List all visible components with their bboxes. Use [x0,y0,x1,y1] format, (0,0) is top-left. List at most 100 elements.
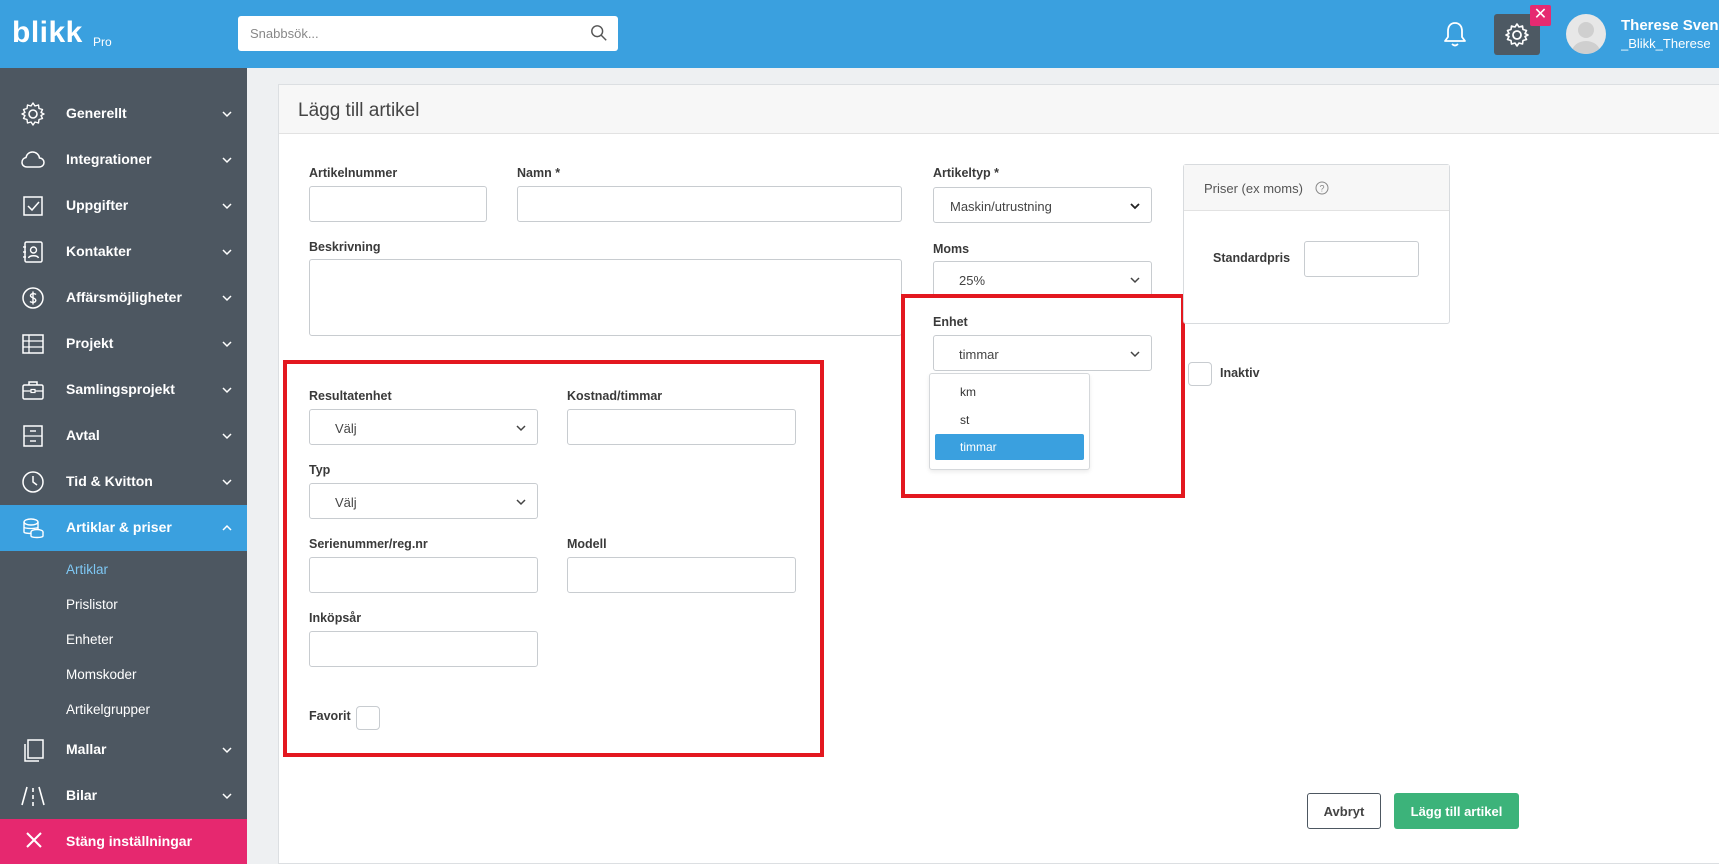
sidebar-item-kontakter[interactable]: Kontakter [0,229,247,275]
close-settings-button[interactable]: Stäng inställningar [0,819,247,864]
sidebar-item-label: Integrationer [66,151,152,167]
chevron-down-icon [516,499,526,506]
sidebar-item-artiklar-priser[interactable]: Artiklar & priser [0,505,247,551]
kostnad-field-wrap [567,409,796,445]
table-icon [22,334,44,354]
user-name[interactable]: Therese Svensson [1621,17,1719,34]
sidebar-item-uppgifter[interactable]: Uppgifter [0,183,247,229]
serienummer-field-wrap [309,557,538,593]
sidebar-item-label: Projekt [66,335,114,351]
standardpris-input[interactable] [1305,242,1418,276]
enhet-option-st[interactable]: st [935,407,1084,433]
chevron-down-icon [222,295,232,302]
chevron-down-icon [222,387,232,394]
sidebar-item-integrationer[interactable]: Integrationer [0,137,247,183]
cabinet-icon [23,425,43,447]
sidebar-item-label: Mallar [66,741,107,757]
avatar[interactable] [1566,14,1606,54]
inkopsar-input[interactable] [310,632,537,666]
moms-label: Moms [933,242,970,256]
modell-input[interactable] [568,558,795,592]
cloud-icon [21,151,45,168]
coins-icon [23,518,44,539]
typ-select[interactable]: Välj [309,483,538,519]
help-icon[interactable]: ? [1315,181,1329,195]
sidebar-item-label: Tid & Kvitton [66,473,153,489]
search-input[interactable] [238,16,568,51]
page-title: Lägg till artikel [298,100,420,121]
sidebar-item-samlingsprojekt[interactable]: Samlingsprojekt [0,367,247,413]
sidebar-item-label: Bilar [66,787,98,803]
cancel-button[interactable]: Avbryt [1307,793,1381,829]
sidebar-item-label: Kontakter [66,243,132,259]
inaktiv-checkbox[interactable] [1188,362,1212,386]
sidebar-item-projekt[interactable]: Projekt [0,321,247,367]
card-header: Lägg till artikel [279,85,1719,134]
enhet-dropdown: km st timmar [929,373,1090,470]
checkbox-icon [23,196,43,216]
svg-text:?: ? [1319,184,1324,194]
bell-icon[interactable] [1442,20,1468,48]
namn-label: Namn * [517,166,561,180]
close-badge[interactable]: ✕ [1530,5,1551,26]
user-handle: _Blikk_Therese [1621,36,1711,51]
enhet-option-timmar[interactable]: timmar [935,434,1084,460]
kostnad-input[interactable] [568,410,795,444]
enhet-option-km[interactable]: km [935,379,1084,405]
add-article-button[interactable]: Lägg till artikel [1394,793,1519,829]
sidebar-item-mallar[interactable]: Mallar [0,727,247,773]
modell-field-wrap [567,557,796,593]
sidebar-item-tid-kvitton[interactable]: Tid & Kvitton [0,459,247,505]
sidebar-subitem-artiklar[interactable]: Artiklar [66,562,108,577]
sidebar-item-label: Avtal [66,427,100,443]
chevron-down-icon [222,747,232,754]
artikelnummer-input[interactable] [310,187,486,221]
favorit-label: Favorit [309,709,351,723]
kostnad-label: Kostnad/timmar [567,389,663,403]
favorit-checkbox[interactable] [356,706,380,730]
sidebar-item-affarsmojligheter[interactable]: Affärsmöjligheter [0,275,247,321]
logo[interactable]: blikk [12,16,83,50]
sidebar-subitem-prislistor[interactable]: Prislistor [66,597,118,612]
briefcase-icon [22,381,44,400]
artikelnummer-field-wrap [309,186,487,222]
enhet-label: Enhet [933,315,968,329]
sidebar: Generellt Integrationer Uppgifter Kontak… [0,68,247,864]
serienummer-label: Serienummer/reg.nr [309,537,428,551]
chevron-down-icon [222,157,232,164]
chevron-down-icon [222,479,232,486]
sidebar-subitem-artikelgrupper[interactable]: Artikelgrupper [66,702,150,717]
beskrivning-label: Beskrivning [309,240,381,254]
chevron-up-icon [222,524,232,531]
sidebar-subitem-enheter[interactable]: Enheter [66,632,113,647]
beskrivning-textarea[interactable] [310,260,901,335]
namn-field-wrap [517,186,902,222]
sidebar-item-bilar[interactable]: Bilar [0,773,247,819]
moms-select[interactable]: 25% [933,261,1152,297]
serienummer-input[interactable] [310,558,537,592]
prices-title: Priser (ex moms) [1204,181,1303,196]
chevron-down-icon [1130,203,1140,210]
sidebar-item-avtal[interactable]: Avtal [0,413,247,459]
clock-icon [22,471,44,493]
namn-input[interactable] [518,187,901,221]
artikeltyp-select[interactable]: Maskin/utrustning [933,187,1152,223]
beskrivning-field-wrap [309,259,902,336]
chevron-down-icon [516,425,526,432]
chevron-down-icon [222,249,232,256]
search-box [238,16,618,51]
resultatenhet-select[interactable]: Välj [309,409,538,445]
artikeltyp-value: Maskin/utrustning [950,199,1052,214]
sidebar-item-label: Artiklar & priser [66,519,172,535]
artikeltyp-label: Artikeltyp * [933,166,999,180]
sidebar-item-generellt[interactable]: Generellt [0,91,247,137]
sidebar-item-label: Generellt [66,105,127,121]
contact-book-icon [23,241,43,263]
prices-header: Priser (ex moms) ? [1184,165,1449,211]
enhet-select[interactable]: timmar [933,335,1152,371]
sidebar-subitem-momskoder[interactable]: Momskoder [66,667,137,682]
user-silhouette-icon [1572,22,1600,54]
chevron-down-icon [1130,277,1140,284]
search-icon[interactable] [590,24,608,42]
inkopsar-label: Inköpsår [309,611,362,625]
